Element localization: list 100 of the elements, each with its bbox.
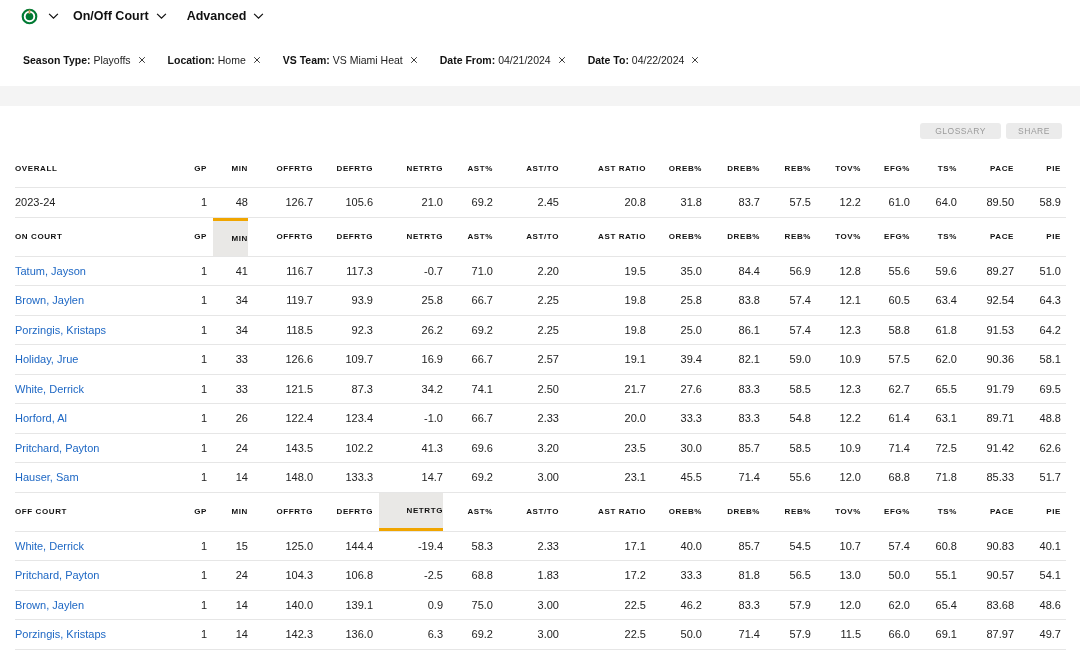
- table-cell-text: 12.1: [838, 294, 861, 307]
- column-header[interactable]: TOV%: [811, 149, 861, 187]
- column-header[interactable]: MIN: [207, 492, 248, 531]
- table-cell-text: 91.42: [985, 441, 1014, 454]
- column-header[interactable]: REB%: [760, 217, 811, 256]
- table-cell-text: 60.5: [887, 294, 910, 307]
- column-header[interactable]: DEFRTG: [313, 149, 373, 187]
- player-link[interactable]: Brown, Jaylen: [15, 598, 190, 611]
- column-header[interactable]: REB%: [760, 492, 811, 531]
- column-header[interactable]: NETRTG: [379, 492, 443, 531]
- player-link[interactable]: Tatum, Jayson: [15, 264, 190, 277]
- close-icon[interactable]: [137, 55, 146, 64]
- column-header[interactable]: AST/TO: [493, 217, 559, 256]
- column-header[interactable]: OFFRTG: [248, 492, 313, 531]
- table-cell-text: 13.0: [838, 569, 861, 582]
- column-header[interactable]: OFFRTG: [248, 217, 313, 256]
- column-header[interactable]: AST/TO: [493, 149, 559, 187]
- table-cell-text: 90.36: [985, 353, 1014, 366]
- filter-tag: Date To: 04/22/2024: [587, 53, 685, 66]
- table-cell-text: 121.5: [284, 382, 313, 395]
- column-header[interactable]: GP: [190, 217, 207, 256]
- table-cell-text: 83.3: [737, 598, 760, 611]
- column-header[interactable]: PIE: [1014, 492, 1061, 531]
- column-header[interactable]: MIN: [213, 217, 248, 256]
- filter-tag: Location: Home: [167, 53, 246, 66]
- close-icon[interactable]: [691, 55, 700, 64]
- player-link[interactable]: Porzingis, Kristaps: [15, 323, 190, 336]
- column-header[interactable]: DREB%: [702, 217, 760, 256]
- table-cell-text: 41: [234, 264, 248, 277]
- column-header[interactable]: AST%: [443, 149, 493, 187]
- table-cell-text: -1.0: [423, 412, 443, 425]
- table-cell-text: 74.1: [470, 382, 493, 395]
- column-header[interactable]: TOV%: [811, 217, 861, 256]
- column-header[interactable]: DREB%: [702, 149, 760, 187]
- column-header[interactable]: GP: [190, 149, 207, 187]
- column-header[interactable]: DREB%: [702, 492, 760, 531]
- player-link[interactable]: Pritchard, Payton: [15, 441, 190, 454]
- close-icon[interactable]: [252, 55, 261, 64]
- column-header[interactable]: DEFRTG: [313, 217, 373, 256]
- chevron-down-icon[interactable]: [48, 12, 59, 20]
- player-link[interactable]: Brown, Jaylen: [15, 294, 190, 307]
- table-cell-text: 33: [234, 353, 248, 366]
- column-header[interactable]: AST%: [443, 217, 493, 256]
- column-header[interactable]: PIE: [1014, 217, 1061, 256]
- column-header[interactable]: PIE: [1014, 149, 1061, 187]
- table-cell-text: 59.0: [788, 353, 811, 366]
- table-cell-text: 91.79: [985, 382, 1014, 395]
- column-header[interactable]: OREB%: [646, 217, 702, 256]
- column-header[interactable]: TS%: [910, 149, 957, 187]
- table-cell-text: 125.0: [284, 539, 313, 552]
- filter-tag: Date From: 04/21/2024: [439, 53, 551, 66]
- column-header[interactable]: PACE: [957, 492, 1014, 531]
- column-header[interactable]: PACE: [957, 217, 1014, 256]
- table-cell-text: 21.7: [623, 382, 646, 395]
- column-header[interactable]: MIN: [207, 149, 248, 187]
- table-cell-text: 12.3: [838, 323, 861, 336]
- player-link[interactable]: Porzingis, Kristaps: [15, 628, 190, 641]
- table-cell-text: 1: [199, 569, 207, 582]
- column-header[interactable]: PACE: [957, 149, 1014, 187]
- column-header[interactable]: OFFRTG: [248, 149, 313, 187]
- table-cell-text: 50.0: [887, 569, 910, 582]
- column-header[interactable]: OREB%: [646, 149, 702, 187]
- column-header[interactable]: EFG%: [861, 149, 910, 187]
- column-header[interactable]: EFG%: [861, 492, 910, 531]
- column-header[interactable]: AST%: [443, 492, 493, 531]
- dropdown-menu[interactable]: Advanced: [182, 9, 271, 23]
- player-link[interactable]: Pritchard, Payton: [15, 569, 190, 582]
- column-header[interactable]: GP: [190, 492, 207, 531]
- table-cell-text: 54.5: [788, 539, 811, 552]
- player-link[interactable]: White, Derrick: [15, 382, 190, 395]
- column-header[interactable]: REB%: [760, 149, 811, 187]
- column-header[interactable]: DEFRTG: [313, 492, 373, 531]
- table-cell-text: 104.3: [284, 569, 313, 582]
- table-cell-text: 25.8: [420, 294, 443, 307]
- player-link[interactable]: White, Derrick: [15, 539, 190, 552]
- table-cell-text: 83.3: [737, 382, 760, 395]
- table-cell-text: 6.3: [426, 628, 443, 641]
- column-header[interactable]: EFG%: [861, 217, 910, 256]
- close-icon[interactable]: [409, 55, 418, 64]
- table-cell-text: 58.1: [1038, 353, 1061, 366]
- column-header[interactable]: AST RATIO: [559, 492, 646, 531]
- table-cell-text: 69.2: [470, 196, 493, 209]
- team-logo-icon[interactable]: [21, 7, 38, 25]
- column-header[interactable]: NETRTG: [373, 149, 443, 187]
- table-cell-text: 1: [199, 323, 207, 336]
- column-header[interactable]: OREB%: [646, 492, 702, 531]
- player-link[interactable]: Hauser, Sam: [15, 471, 190, 484]
- column-header[interactable]: AST/TO: [493, 492, 559, 531]
- column-header[interactable]: TS%: [910, 492, 957, 531]
- column-header[interactable]: TOV%: [811, 492, 861, 531]
- player-link[interactable]: Horford, Al: [15, 412, 190, 425]
- column-header[interactable]: AST RATIO: [559, 149, 646, 187]
- column-header[interactable]: NETRTG: [373, 217, 443, 256]
- table-cell-text: 39.4: [679, 353, 702, 366]
- column-header[interactable]: AST RATIO: [559, 217, 646, 256]
- close-icon[interactable]: [557, 55, 566, 64]
- table-cell-text: 12.2: [838, 412, 861, 425]
- column-header[interactable]: TS%: [910, 217, 957, 256]
- dropdown-menu[interactable]: On/Off Court: [69, 9, 173, 23]
- player-link[interactable]: Holiday, Jrue: [15, 353, 190, 366]
